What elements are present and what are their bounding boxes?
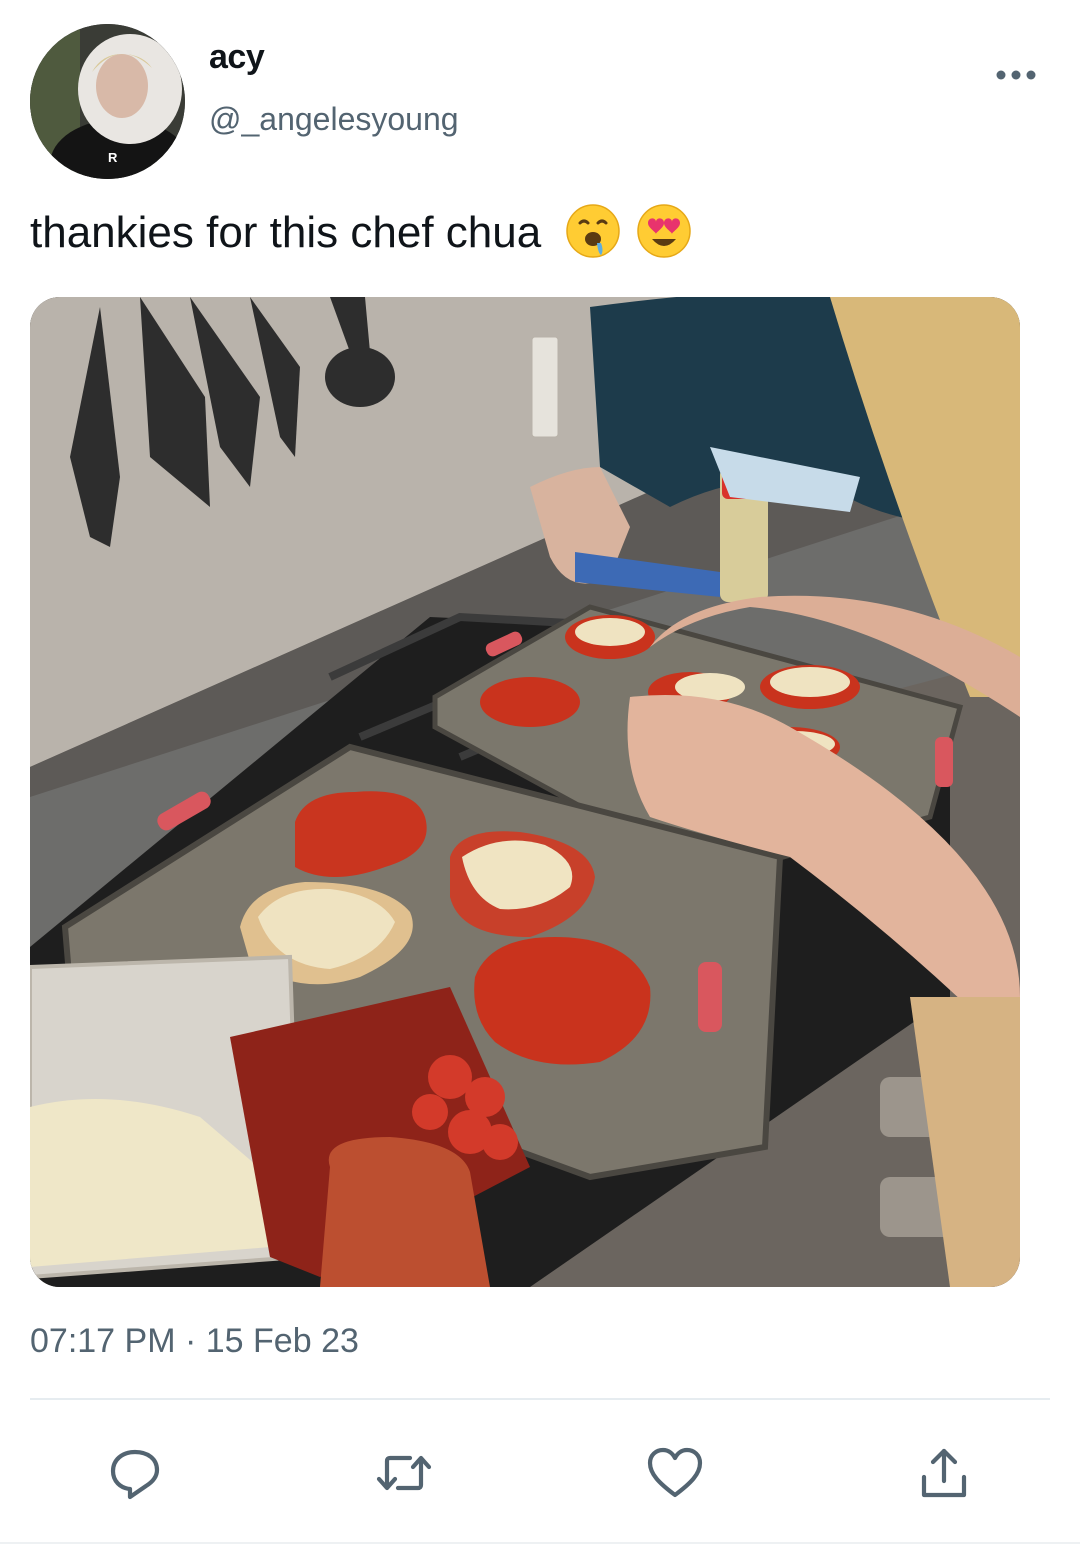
tweet-header: R acy @_angelesyoung [0,0,1080,190]
tweet-time: 07:17 PM [30,1322,176,1360]
user-handle[interactable]: @_angelesyoung [209,101,459,138]
more-options-button[interactable] [994,62,1038,88]
like-button[interactable] [640,1438,710,1508]
avatar[interactable]: R [30,24,185,179]
tweet-date: 15 Feb 23 [205,1322,359,1360]
heart-eyes-emoji [636,204,691,258]
retweet-button[interactable] [369,1438,439,1508]
share-button[interactable] [909,1438,979,1508]
drooling-face-emoji [566,204,621,258]
tweet-text: thankies for this chef chua [30,203,692,263]
more-icon [996,70,1036,80]
timestamp-separator: · [184,1322,197,1360]
share-icon [921,1448,967,1498]
reply-button[interactable] [100,1438,170,1508]
tweet-photo[interactable] [30,297,1020,1287]
tweet-text-content: thankies for this chef chua [30,208,542,257]
reply-icon [110,1449,160,1500]
retweet-icon [376,1455,432,1491]
svg-text:R: R [108,150,118,165]
divider [30,1398,1050,1400]
bottom-divider [0,1542,1080,1544]
tweet-timestamp[interactable]: 07:17 PM · 15 Feb 23 [30,1322,359,1361]
heart-icon [647,1447,703,1498]
display-name[interactable]: acy [209,38,265,77]
